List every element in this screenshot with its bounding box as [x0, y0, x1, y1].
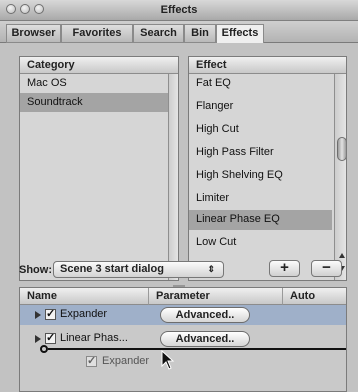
tab-bin[interactable]: Bin: [184, 24, 216, 43]
advanced-button[interactable]: Advanced..: [160, 331, 250, 347]
effect-item[interactable]: Flanger: [189, 97, 332, 116]
effect-scrollbar[interactable]: [334, 74, 346, 280]
tab-browser[interactable]: Browser: [6, 24, 61, 43]
effect-enable-checkbox[interactable]: ✓: [45, 333, 56, 344]
category-item-soundtrack[interactable]: Soundtrack: [20, 93, 168, 112]
tab-bar: Browser Favorites Search Bin Effects: [0, 21, 358, 44]
effect-item[interactable]: Low Cut: [189, 233, 332, 252]
dragged-checkbox: ✓: [86, 355, 97, 367]
drop-insertion-line: [48, 348, 346, 350]
category-list: Category Mac OS Soundtrack: [19, 56, 179, 281]
category-item-mac-os[interactable]: Mac OS: [20, 74, 168, 93]
category-scrollbar[interactable]: [168, 74, 178, 280]
drop-indicator-icon: [40, 345, 48, 353]
tab-search[interactable]: Search: [133, 24, 184, 43]
auto-column-header[interactable]: Auto: [282, 288, 346, 305]
effect-column-header[interactable]: Effect: [189, 57, 346, 74]
effect-row-name: Expander: [60, 308, 108, 320]
title-bar: Effects: [0, 0, 358, 21]
show-popup[interactable]: Scene 3 start dialog ⇕: [53, 261, 224, 278]
advanced-button[interactable]: Advanced..: [160, 307, 250, 323]
remove-effect-button[interactable]: −: [311, 260, 342, 277]
tab-effects[interactable]: Effects: [216, 24, 264, 44]
category-column-header[interactable]: Category: [20, 57, 178, 74]
effect-item[interactable]: High Shelving EQ: [189, 166, 332, 185]
dragged-effect-name: Expander: [102, 355, 150, 367]
name-column-header[interactable]: Name: [20, 288, 148, 305]
show-label: Show:: [19, 264, 52, 276]
effect-scrollbar-thumb[interactable]: [337, 137, 346, 161]
popup-arrows-icon: ⇕: [207, 264, 215, 274]
disclosure-triangle-icon[interactable]: [35, 311, 41, 319]
show-popup-value: Scene 3 start dialog: [60, 263, 164, 275]
effect-enable-checkbox[interactable]: ✓: [45, 309, 56, 320]
window-title: Effects: [160, 4, 198, 16]
mouse-pointer-icon: [161, 350, 175, 370]
parameter-column-header[interactable]: Parameter: [148, 288, 282, 305]
effect-item[interactable]: High Pass Filter: [189, 143, 332, 162]
effect-row-name: Linear Phas...: [60, 332, 128, 344]
effect-item[interactable]: Fat EQ: [189, 74, 332, 93]
effect-item[interactable]: High Cut: [189, 120, 332, 139]
disclosure-triangle-icon[interactable]: [35, 335, 41, 343]
effects-panel: Category Mac OS Soundtrack Effect Fat EQ…: [0, 43, 358, 392]
effect-item[interactable]: Limiter: [189, 189, 332, 208]
add-effect-button[interactable]: +: [269, 260, 300, 277]
effect-item-selected[interactable]: Linear Phase EQ: [189, 210, 332, 230]
applied-effects-table: Name Parameter Auto ✓ Expander Advanced.…: [19, 287, 347, 392]
tab-favorites[interactable]: Favorites: [61, 24, 133, 43]
effect-list: Effect Fat EQ Flanger High Cut High Pass…: [188, 56, 347, 281]
